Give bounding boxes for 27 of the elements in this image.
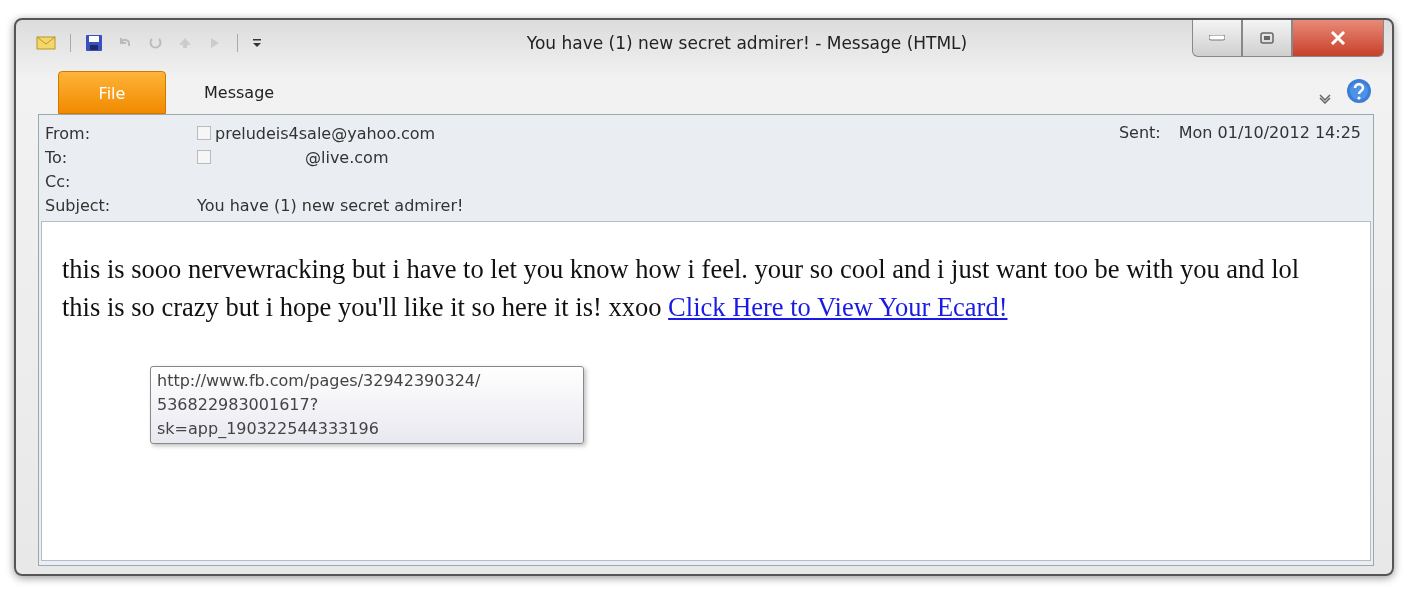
minimize-button[interactable] bbox=[1192, 20, 1242, 57]
field-label: Cc: bbox=[45, 171, 72, 191]
close-icon bbox=[1330, 31, 1346, 45]
contact-status-icon bbox=[197, 126, 211, 140]
link-tooltip: http://www.fb.com/pages/32942390324/ 536822983001617? sk=app_190322544333196 bbox=[150, 366, 584, 444]
field-value[interactable]: @live.com bbox=[305, 147, 389, 167]
collapse-ribbon-icon[interactable] bbox=[1318, 92, 1332, 104]
minimize-icon bbox=[1209, 35, 1225, 41]
sent-label: Sent: bbox=[1118, 123, 1161, 142]
window-title: You have (1) new secret admirer! - Message (HTML) bbox=[526, 33, 968, 53]
message-text: this is sooo nervewracking but i have to let you know how i feel. your so cool and i just want too be with you and lol this is so crazy but i hope you'll like it so here it is! xxoo Click Here to View Your Ecard! bbox=[62, 253, 1301, 325]
sent-date: Mon 01/10/2012 14:25 bbox=[1178, 123, 1361, 142]
field-value: You have (1) new secret admirer! bbox=[197, 195, 464, 215]
restore-button[interactable] bbox=[1242, 20, 1292, 57]
field-label: From: bbox=[45, 123, 92, 143]
field-label: To: bbox=[45, 147, 69, 167]
contact-status-icon bbox=[197, 150, 211, 164]
envelope-icon[interactable] bbox=[36, 35, 56, 51]
field-label: Subject: bbox=[45, 195, 112, 215]
customize-dropdown-icon[interactable] bbox=[252, 37, 262, 49]
field-value[interactable]: preludeis4sale@yahoo.com bbox=[215, 123, 436, 143]
ecard-link[interactable]: Click Here to View Your Ecard! bbox=[668, 292, 1008, 323]
help-icon[interactable] bbox=[1346, 78, 1372, 104]
close-button[interactable] bbox=[1292, 20, 1384, 57]
ribbon-tab[interactable]: Message bbox=[200, 83, 279, 114]
restore-icon bbox=[1260, 32, 1274, 44]
save-icon[interactable] bbox=[85, 34, 103, 52]
